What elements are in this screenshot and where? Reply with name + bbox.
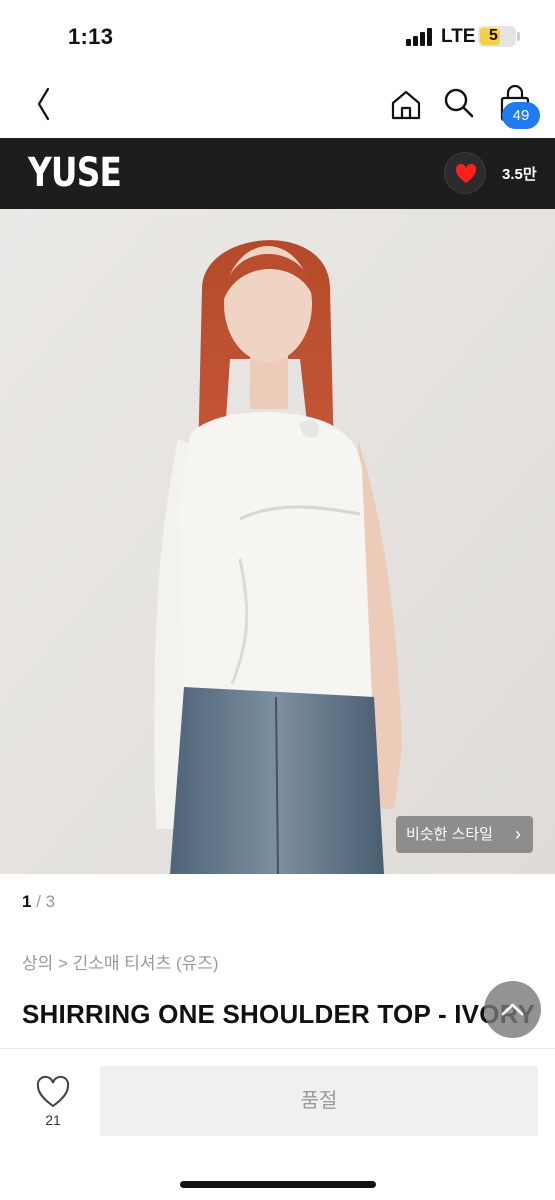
breadcrumb[interactable]: 상의 > 긴소매 티셔츠 (유즈) [22,949,219,974]
search-button[interactable] [438,82,480,126]
pager-current: 1 [22,892,32,911]
pager-total: 3 [45,892,56,911]
signal-icon [406,28,434,46]
brand-like-count: 3.5만 [502,166,537,183]
brand-logo[interactable]: YUSE [28,150,122,196]
cart-count-badge: 49 [502,102,540,129]
image-pager: 1 / 3 [22,892,56,911]
brand-like-button[interactable] [444,152,486,194]
bottom-divider [0,1048,555,1049]
model-photo [0,209,555,874]
product-title: SHIRRING ONE SHOULDER TOP - IVORY [22,999,536,1029]
network-label: LTE [441,26,476,47]
chevron-up-icon [501,1003,524,1016]
wish-count: 21 [45,1112,61,1128]
sold-out-button[interactable]: 품절 [100,1066,538,1136]
home-button[interactable] [386,82,426,126]
similar-style-label: 비슷한 스타일 [406,826,493,843]
heart-outline-icon [36,1075,70,1108]
status-bar: 1:13 LTE 5 [0,0,555,72]
battery-level: 5 [489,27,498,44]
status-time: 1:13 [68,24,114,49]
scroll-top-button[interactable] [484,981,541,1038]
chevron-left-icon [37,87,50,121]
heart-icon [455,163,477,183]
search-icon [444,88,474,118]
similar-style-button[interactable]: 비슷한 스타일 › [396,816,533,853]
chevron-right-icon: › [515,824,521,844]
brand-bar: YUSE 3.5만 [0,138,555,209]
back-button[interactable] [22,82,62,126]
top-navigation [0,72,555,138]
home-icon [391,90,421,120]
home-indicator [180,1181,376,1188]
battery-icon: 5 [478,26,516,47]
product-image[interactable] [0,209,555,874]
